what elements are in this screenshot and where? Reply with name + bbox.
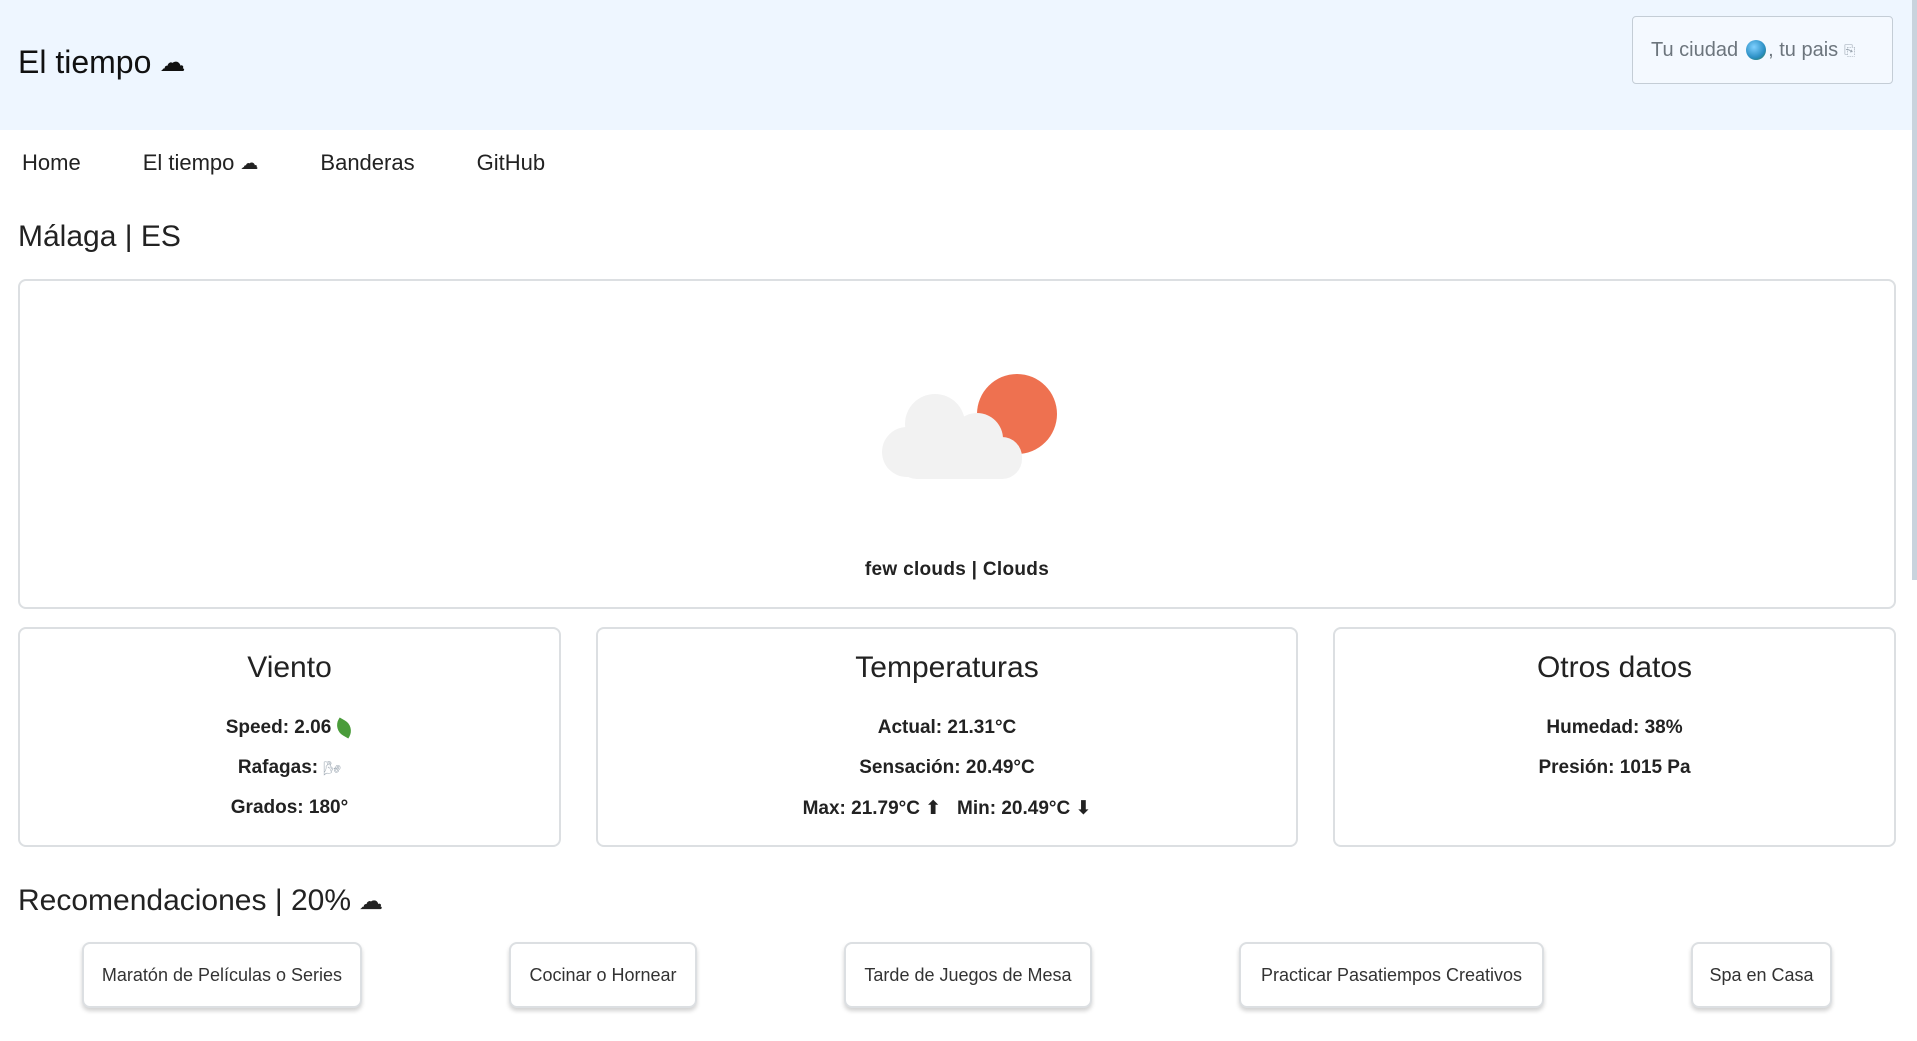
wind-title: Viento [247,651,332,684]
nav-item-el-tiempo[interactable]: El tiempo ☁ [143,150,259,176]
wind-speed-text: Speed: 2.06 [225,717,332,738]
current-weather-card: few clouds | Clouds [18,279,1896,609]
leaf-icon [333,717,356,739]
nav-bar: Home El tiempo ☁ Banderas GitHub [22,150,607,176]
wind-face-icon: 🌬 [323,760,342,776]
temp-max-min: Max: 21.79°C ⬆ Min: 20.49°C ⬇ [598,797,1296,820]
temperatures-title: Temperaturas [855,651,1039,684]
wind-gusts-text: Rafagas: [237,757,319,778]
recommendation-button[interactable]: Spa en Casa [1691,942,1832,1008]
header: El tiempo ☁ Tu ciudad , tu pais ⎘ [0,0,1912,130]
recommendation-button[interactable]: Practicar Pasatiempos Creativos [1239,942,1544,1008]
humidity: Humedad: 38% [1546,717,1683,738]
app-title: El tiempo ☁ [18,44,185,81]
recommendation-button[interactable]: Tarde de Juegos de Mesa [844,942,1092,1008]
nav-item-label: GitHub [476,150,546,175]
copy-icon: ⎘ [1844,41,1856,58]
wind-gusts: Rafagas: 🌬 [20,757,559,779]
weather-description: few clouds | Clouds [864,559,1050,580]
nav-item-label: Home [22,150,81,175]
cloud-icon: ☁ [240,152,259,173]
recommendation-button[interactable]: Maratón de Películas o Series [82,942,362,1008]
globe-icon [1746,40,1767,60]
temperatures-card: Temperaturas Actual: 21.31°C Sensación: … [596,627,1298,847]
recommendations-title-text: Recomendaciones | 20% [18,884,351,917]
recommendation-button[interactable]: Cocinar o Hornear [509,942,697,1008]
temp-feels-like: Sensación: 20.49°C [859,757,1035,778]
nav-item-label: Banderas [320,150,415,175]
wind-degrees: Grados: 180° [230,797,349,818]
temp-current: Actual: 21.31°C [877,717,1017,738]
other-data-card: Otros datos Humedad: 38% Presión: 1015 P… [1333,627,1896,847]
search-placeholder-suffix: , tu pais [1768,38,1839,61]
other-data-title: Otros datos [1536,651,1693,684]
wind-speed: Speed: 2.06 [20,717,559,739]
nav-item-home[interactable]: Home [22,150,81,176]
temp-min: Min: 20.49°C ⬇ [957,798,1092,819]
cloud-icon: ☁ [359,887,383,915]
nav-item-banderas[interactable]: Banderas [320,150,414,176]
cloud-icon: ☁ [159,47,186,77]
temp-max: Max: 21.79°C ⬆ [802,798,942,819]
city-title: Málaga | ES [18,220,181,253]
few-clouds-icon [882,374,1057,479]
wind-card: Viento Speed: 2.06 Rafagas: 🌬 Grados: 18… [18,627,561,847]
scrollbar[interactable] [1912,0,1917,580]
app-title-text: El tiempo [18,44,152,80]
nav-item-github[interactable]: GitHub [477,150,545,176]
nav-item-label: El tiempo [142,150,235,175]
city-search-input[interactable]: Tu ciudad , tu pais ⎘ [1632,16,1893,84]
search-placeholder-prefix: Tu ciudad [1651,38,1739,61]
pressure: Presión: 1015 Pa [1538,757,1691,778]
recommendations-title: Recomendaciones | 20% ☁ [18,884,383,918]
